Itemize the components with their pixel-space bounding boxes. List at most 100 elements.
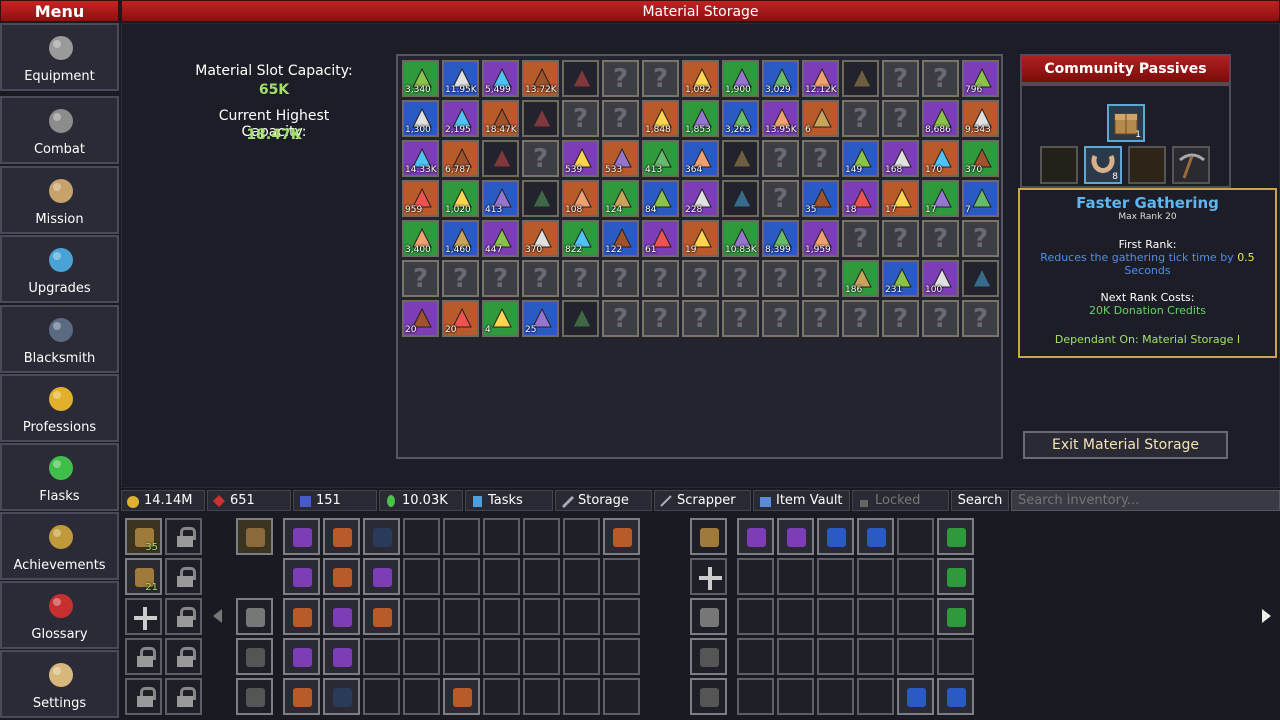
wolf-swap-slot[interactable] [236,638,273,675]
sidebar-item-achievements[interactable]: Achievements [0,512,119,580]
material-slot[interactable]: 18.47K [482,100,519,137]
material-slot[interactable]: 228 [682,180,719,217]
material-slot[interactable]: 6,787 [442,140,479,177]
material-slot[interactable]: 124 [602,180,639,217]
locked-passive-2[interactable] [1128,146,1166,184]
vault-empty-slot[interactable] [857,638,894,675]
material-slot[interactable] [722,180,759,217]
vault-empty-slot[interactable] [737,558,774,595]
vault-item[interactable] [817,518,854,555]
inventory-item[interactable] [283,598,320,635]
sidebar-item-upgrades[interactable]: Upgrades [0,235,119,303]
material-slot[interactable]: 447 [482,220,519,257]
material-slot[interactable] [522,180,559,217]
material-slot[interactable]: 13.72K [522,60,559,97]
scroll-right-arrow-icon[interactable] [1262,609,1271,623]
material-slot[interactable] [722,140,759,177]
locked-slot[interactable] [165,638,202,675]
vault-empty-slot[interactable] [817,558,854,595]
inventory-item[interactable] [323,558,360,595]
inventory-empty-slot[interactable] [443,518,480,555]
item-vault-button[interactable]: Item Vault [753,490,850,511]
material-slot[interactable]: 84 [642,180,679,217]
material-slot[interactable]: 3,029 [762,60,799,97]
material-slot[interactable] [842,60,879,97]
material-storage-passive[interactable]: 1 [1107,104,1145,142]
inventory-empty-slot[interactable] [483,678,520,715]
material-slot[interactable]: 539 [562,140,599,177]
material-slot[interactable]: 122 [602,220,639,257]
material-slot[interactable]: 12.12K [802,60,839,97]
vault-item[interactable] [937,518,974,555]
inventory-empty-slot[interactable] [523,638,560,675]
inventory-empty-slot[interactable] [603,638,640,675]
inventory-empty-slot[interactable] [483,558,520,595]
sidebar-item-professions[interactable]: Professions [0,374,119,442]
vault-item[interactable] [937,558,974,595]
material-slot[interactable]: 370 [522,220,559,257]
locked-slot[interactable] [165,518,202,555]
vault-empty-slot[interactable] [817,598,854,635]
vault-empty-slot[interactable] [737,638,774,675]
inventory-item[interactable] [283,638,320,675]
scrapper-button[interactable]: Scrapper [654,490,751,511]
material-slot[interactable]: 108 [562,180,599,217]
chest-inventory-slot[interactable] [690,518,727,555]
wolf-swap-slot[interactable] [690,638,727,675]
inventory-item[interactable] [363,518,400,555]
sidebar-item-blacksmith[interactable]: Blacksmith [0,305,119,373]
material-slot[interactable]: 17 [922,180,959,217]
material-slot[interactable]: 7 [962,180,999,217]
inventory-empty-slot[interactable] [563,518,600,555]
inventory-item[interactable] [283,678,320,715]
chest-slot[interactable]: 35 [125,518,162,555]
material-slot[interactable]: 370 [962,140,999,177]
inventory-empty-slot[interactable] [603,558,640,595]
material-slot[interactable]: 19 [682,220,719,257]
material-slot[interactable]: 3,340 [402,60,439,97]
material-slot[interactable]: 1,959 [802,220,839,257]
inventory-empty-slot[interactable] [403,518,440,555]
material-slot[interactable]: 8,399 [762,220,799,257]
exit-material-storage-button[interactable]: Exit Material Storage [1023,431,1228,459]
material-slot[interactable]: 364 [682,140,719,177]
inventory-item[interactable] [283,518,320,555]
scrap-tool-slot[interactable] [690,598,727,635]
inventory-empty-slot[interactable] [523,678,560,715]
vault-empty-slot[interactable] [777,598,814,635]
inventory-item[interactable] [323,518,360,555]
material-slot[interactable]: 186 [842,260,879,297]
vault-empty-slot[interactable] [937,638,974,675]
vault-item[interactable] [937,678,974,715]
inventory-empty-slot[interactable] [483,518,520,555]
inventory-item[interactable] [323,638,360,675]
locked-slot[interactable] [125,678,162,715]
material-slot[interactable] [962,260,999,297]
vault-empty-slot[interactable] [897,598,934,635]
inventory-empty-slot[interactable] [363,638,400,675]
locked-slot[interactable] [125,638,162,675]
material-slot[interactable]: 11.95K [442,60,479,97]
material-slot[interactable]: 413 [482,180,519,217]
material-slot[interactable]: 170 [922,140,959,177]
inventory-empty-slot[interactable] [403,598,440,635]
material-slot[interactable]: 9,343 [962,100,999,137]
inventory-empty-slot[interactable] [483,638,520,675]
material-slot[interactable]: 4 [482,300,519,337]
add-slot-button[interactable] [690,558,727,595]
inventory-empty-slot[interactable] [523,598,560,635]
material-slot[interactable]: 20 [402,300,439,337]
inventory-empty-slot[interactable] [443,638,480,675]
material-slot[interactable]: 10.83K [722,220,759,257]
locked-passive-1[interactable] [1040,146,1078,184]
vault-item[interactable] [737,518,774,555]
inventory-empty-slot[interactable] [363,678,400,715]
vault-empty-slot[interactable] [817,638,854,675]
material-slot[interactable]: 3,263 [722,100,759,137]
vault-empty-slot[interactable] [817,678,854,715]
pickaxe-passive[interactable] [1172,146,1210,184]
material-slot[interactable]: 533 [602,140,639,177]
inventory-empty-slot[interactable] [443,598,480,635]
material-slot[interactable]: 100 [922,260,959,297]
inventory-item[interactable] [323,598,360,635]
